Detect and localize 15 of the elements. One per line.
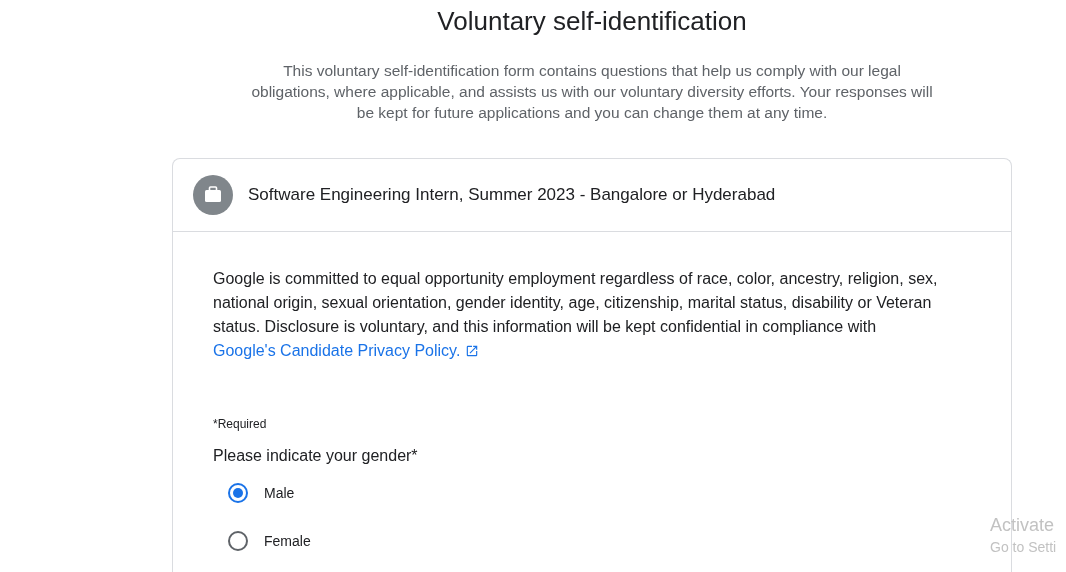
option-label: Male (264, 485, 295, 501)
external-link-icon (464, 344, 479, 358)
radio-button[interactable] (228, 483, 248, 503)
activation-subtitle: Go to Setti (990, 538, 1057, 557)
eeo-statement: Google is committed to equal opportunity employment regardless of race, color, ancestry, religion, sex, national origin, sexual orientation, gender identity, age, citizenship, marital status, disability or Veteran status. Disclosure is voluntary, and this information will be kept confidential in compliance with Google's Candidate Privacy Policy. (213, 269, 939, 361)
required-note: *Required (213, 417, 268, 431)
activation-title: Activate (990, 514, 1056, 536)
briefcase-icon (193, 175, 233, 215)
radio-button[interactable] (228, 531, 248, 551)
option-label: Female (264, 533, 311, 549)
page-title: Voluntary self-identification (436, 5, 748, 38)
page-description: This voluntary self-identification form contains questions that help us comply with our legal obligations, where applicable, and assists us with our voluntary diversity efforts. Your responses will be kept for future applications and you can change them at any time. (250, 61, 934, 123)
job-title: Software Engineering Intern, Summer 2023 - Bangalore or Hyderabad (248, 185, 776, 205)
gender-question: Please indicate your gender* (213, 447, 419, 465)
privacy-policy-link[interactable]: Google's Candidate Privacy Policy. (213, 342, 479, 359)
